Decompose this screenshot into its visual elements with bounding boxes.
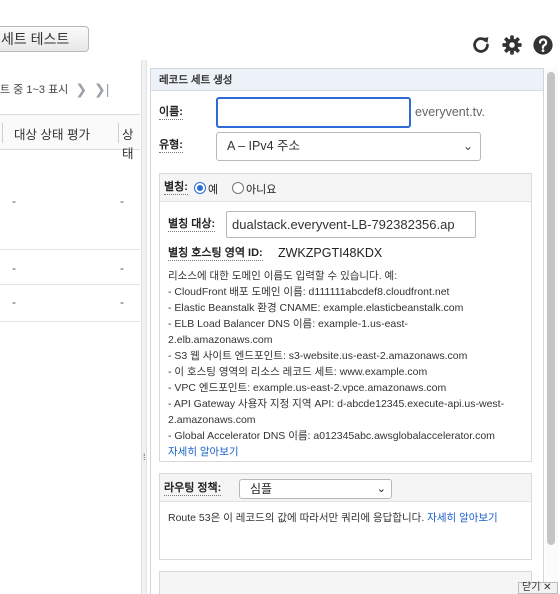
column-status[interactable]: 상태	[122, 124, 140, 162]
help-line: - VPC 엔드포인트: example.us-east-2.vpce.amaz…	[168, 382, 447, 394]
domain-suffix: everyvent.tv.	[415, 105, 485, 119]
pagination: 트 중 1~3 표시 ❯ ❯|	[0, 78, 140, 100]
alias-section: 별칭: 예 아니요 별칭 대상: dualstack.everyvent-LB-…	[159, 173, 532, 462]
row-divider	[0, 284, 140, 285]
help-line: - ELB Load Balancer DNS 이름: example-1.us…	[168, 318, 408, 346]
alias-no-radio[interactable]	[232, 182, 244, 194]
alias-zone-label: 별칭 호스팅 영역 ID:	[168, 247, 263, 261]
alias-target-input[interactable]: dualstack.everyvent-LB-792382356.ap	[226, 211, 476, 238]
chevron-down-icon: ⌄	[462, 139, 473, 153]
alias-help-text: 리소스에 대한 도메인 이름도 입력할 수 있습니다. 예: - CloudFr…	[168, 268, 523, 460]
record-type-select[interactable]: A – IPv4 주소 ⌄	[216, 132, 481, 161]
alias-yes-label[interactable]: 예	[208, 181, 218, 197]
routing-policy-label: 라우팅 정책:	[164, 482, 222, 496]
chevron-down-icon: ⌄	[376, 483, 386, 495]
alias-header: 별칭: 예 아니요	[160, 174, 531, 202]
alias-no-label[interactable]: 아니요	[246, 181, 276, 197]
help-line: - Global Accelerator DNS 이름: a012345abc.…	[168, 430, 495, 442]
column-health-evaluation[interactable]: 대상 상태 평가	[14, 124, 90, 143]
refresh-icon[interactable]	[470, 34, 492, 56]
help-line: - 이 호스팅 영역의 리소스 레코드 세트: www.example.com	[168, 366, 428, 378]
cell-health: -	[12, 295, 16, 309]
row-divider	[0, 321, 140, 322]
record-name-input[interactable]	[216, 97, 411, 128]
alias-zone-value: ZWKZPGTI48KDX	[278, 246, 383, 260]
cell-health: -	[12, 194, 16, 208]
create-record-set-panel: 레코드 세트 생성 이름: everyvent.tv. 유형: A – IPv4…	[150, 68, 544, 594]
cell-status: -	[120, 194, 124, 208]
column-divider	[2, 123, 3, 143]
panel-title: 레코드 세트 생성	[151, 69, 543, 91]
help-line: 리소스에 대한 도메인 이름도 입력할 수 있습니다. 예:	[168, 270, 398, 282]
help-line: - S3 웹 사이트 엔드포인트: s3-website.us-east-2.a…	[168, 350, 468, 362]
alias-learn-more-link[interactable]: 자세히 알아보기	[168, 444, 523, 460]
toolbar-icons	[470, 34, 554, 56]
cell-status: -	[120, 261, 124, 275]
help-line: - Elastic Beanstalk 환경 CNAME: example.el…	[168, 302, 464, 314]
routing-header: 라우팅 정책: 심플 ⌄	[160, 474, 531, 502]
routing-policy-select[interactable]: 심플 ⌄	[239, 479, 392, 499]
type-label: 유형:	[159, 139, 183, 153]
close-button[interactable]: 닫기 ✕	[518, 582, 558, 594]
help-icon[interactable]	[532, 34, 554, 56]
splitter-grip-icon[interactable]: ⁞	[143, 452, 146, 462]
cell-health: -	[12, 261, 16, 275]
record-type-value: A – IPv4 주소	[227, 139, 301, 153]
next-page-icon[interactable]: ❯	[75, 81, 87, 98]
close-label: 닫기	[522, 582, 541, 593]
help-line: - CloudFront 배포 도메인 이름: d111111abcdef8.c…	[168, 286, 450, 298]
routing-help-sentence: Route 53은 이 레코드의 값에 따라서만 쿼리에 응답합니다.	[168, 512, 425, 524]
routing-help-text: Route 53은 이 레코드의 값에 따라서만 쿼리에 응답합니다. 자세히 …	[168, 511, 526, 526]
name-label: 이름:	[159, 106, 183, 120]
row-divider	[0, 249, 140, 250]
alias-label: 별칭:	[164, 181, 188, 195]
gear-icon[interactable]	[501, 34, 523, 56]
pagination-text: 트 중 1~3 표시	[0, 84, 69, 96]
test-record-set-button[interactable]: 세트 테스트	[0, 26, 89, 52]
alias-yes-radio[interactable]	[194, 182, 206, 194]
panel-splitter[interactable]: ⁞	[141, 60, 147, 594]
next-section-partial	[159, 571, 532, 594]
cell-status: -	[120, 295, 124, 309]
routing-policy-section: 라우팅 정책: 심플 ⌄ Route 53은 이 레코드의 값에 따라서만 쿼리…	[159, 473, 532, 560]
alias-target-label: 별칭 대상:	[168, 218, 216, 232]
help-line: - API Gateway 사용자 지정 지역 API: d-abcde1234…	[168, 398, 505, 426]
panel-scrollbar-thumb[interactable]	[547, 72, 555, 545]
column-divider	[118, 123, 119, 143]
table-header: 대상 상태 평가 상태	[0, 114, 140, 161]
last-page-icon[interactable]: ❯|	[94, 81, 109, 98]
routing-learn-more-link[interactable]: 자세히 알아보기	[427, 512, 498, 524]
routing-policy-value: 심플	[250, 482, 273, 496]
